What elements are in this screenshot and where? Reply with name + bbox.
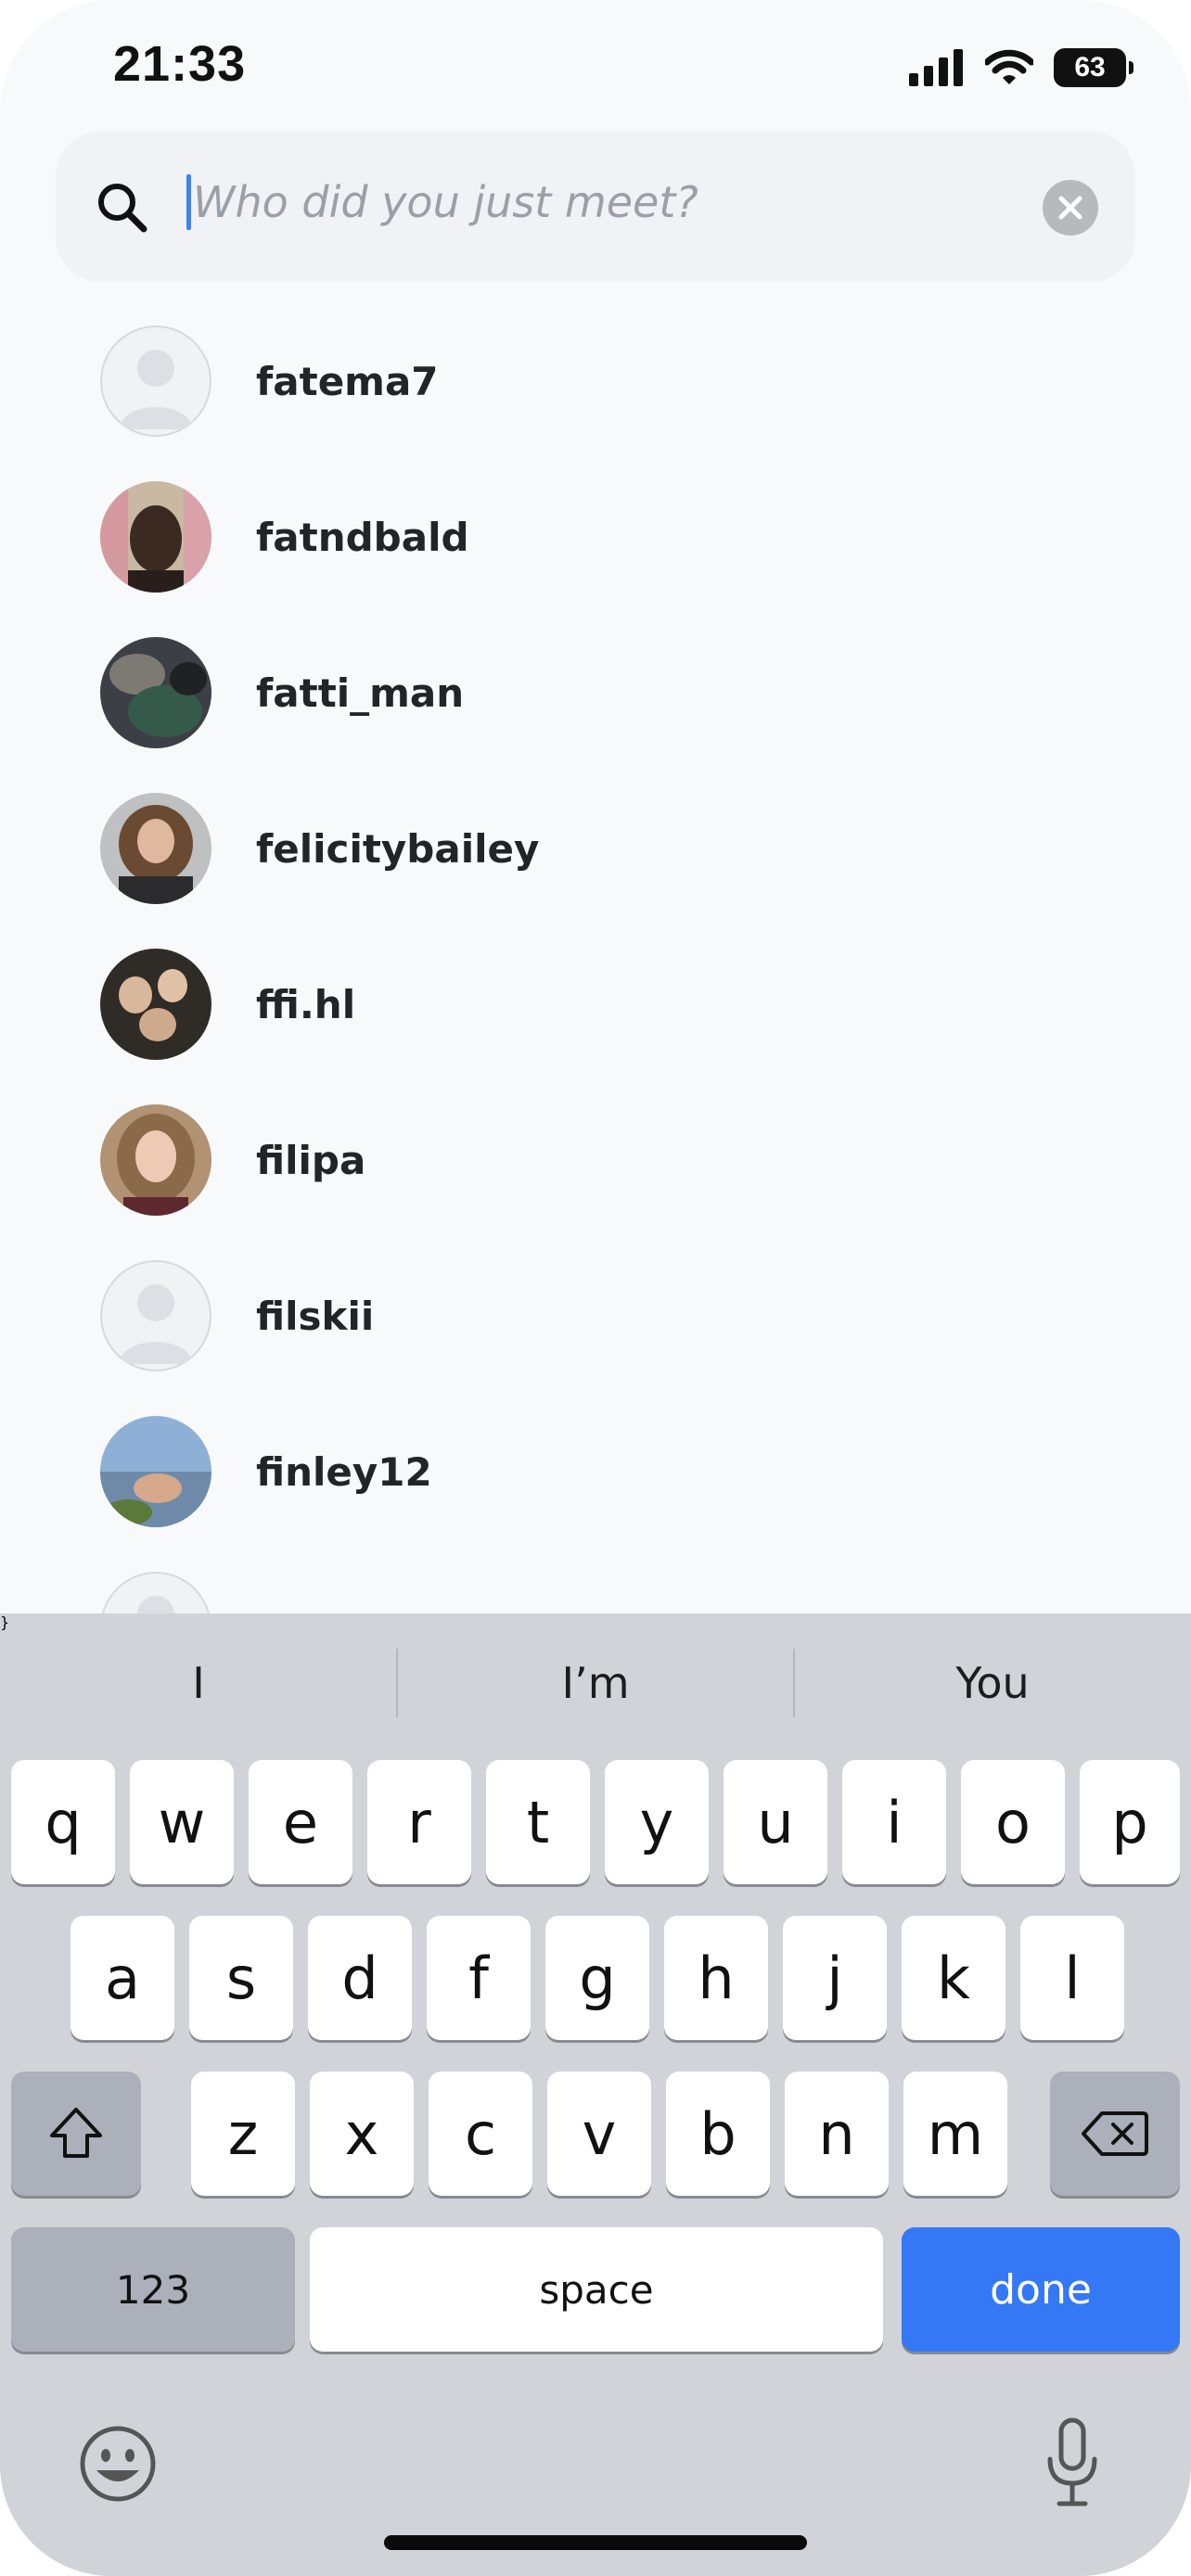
key-c[interactable]: c (429, 2072, 532, 2196)
result-item[interactable]: filipa (100, 1103, 1121, 1217)
key-z[interactable]: z (191, 2072, 295, 2196)
backspace-icon (1082, 2111, 1148, 2156)
username: finley12 (256, 1448, 432, 1495)
username: filskii (256, 1293, 375, 1339)
clear-search-button[interactable] (1043, 180, 1098, 236)
suggestion-1[interactable]: I (0, 1613, 397, 1753)
avatar (100, 949, 211, 1060)
avatar (100, 1416, 211, 1527)
shift-icon (50, 2108, 102, 2158)
shift-key[interactable] (11, 2072, 141, 2196)
key-r[interactable]: r (367, 1760, 471, 1884)
username: fatema7 (256, 358, 439, 404)
key-q[interactable]: q (11, 1760, 115, 1884)
wifi-icon (985, 49, 1033, 84)
key-w[interactable]: w (130, 1760, 234, 1884)
username: fatndbald (256, 514, 469, 560)
key-k[interactable]: k (902, 1916, 1005, 2040)
key-i[interactable]: i (842, 1760, 946, 1884)
key-m[interactable]: m (903, 2072, 1007, 2196)
status-bar: 21:33 63 (0, 0, 1191, 130)
status-icons: 63 (909, 45, 1133, 91)
key-o[interactable]: o (961, 1760, 1065, 1884)
default-avatar-icon (101, 1572, 211, 1613)
result-item[interactable]: fatti_man (100, 636, 1121, 749)
results-list: fatema7 fatndbald fatti_man felicitybail… (0, 325, 1191, 1613)
search-bar[interactable] (56, 132, 1135, 282)
profile-photo (100, 793, 211, 904)
profile-photo (100, 637, 211, 748)
suggestion-3[interactable]: You (794, 1613, 1191, 1753)
microphone-icon[interactable] (1044, 2417, 1100, 2509)
home-indicator (384, 2535, 807, 2550)
username: felicitybailey (256, 825, 540, 872)
key-s[interactable]: s (189, 1916, 293, 2040)
result-item[interactable]: filskii (100, 1259, 1121, 1372)
numbers-key[interactable]: 123 (11, 2227, 295, 2352)
default-avatar-icon (100, 325, 211, 437)
result-item[interactable]: fatema7 (100, 325, 1121, 438)
username: fatti_man (256, 670, 465, 716)
backspace-key[interactable] (1050, 2072, 1180, 2196)
key-p[interactable]: p (1080, 1760, 1180, 1884)
key-u[interactable]: u (724, 1760, 827, 1884)
suggestion-2[interactable]: I’m (397, 1613, 794, 1753)
key-b[interactable]: b (666, 2072, 770, 2196)
key-t[interactable]: t (486, 1760, 590, 1884)
avatar (100, 1260, 211, 1371)
predictive-suggestions: I I’m You } (0, 1613, 1191, 1753)
emoji-icon[interactable] (76, 2422, 160, 2506)
battery-tip (1129, 61, 1133, 74)
avatar (100, 481, 211, 593)
default-avatar-icon (100, 1260, 211, 1371)
profile-photo (100, 949, 211, 1060)
phone-screen: 21:33 63 Who did you just meet? fatema7 … (0, 0, 1191, 2576)
avatar (100, 1104, 211, 1216)
key-e[interactable]: e (249, 1760, 352, 1884)
key-j[interactable]: j (783, 1916, 887, 2040)
profile-photo (100, 1416, 211, 1527)
key-y[interactable]: y (605, 1760, 709, 1884)
result-item[interactable]: felicitybailey (100, 792, 1121, 905)
key-a[interactable]: a (70, 1916, 174, 2040)
key-n[interactable]: n (785, 2072, 889, 2196)
keyboard: I I’m You } q w e r t y u i o p a s d f … (0, 1613, 1191, 2576)
battery-level: 63 (1074, 52, 1106, 83)
cellular-signal-icon (909, 49, 963, 86)
done-key[interactable]: done (902, 2227, 1180, 2352)
username: ffi.hl (256, 981, 356, 1027)
profile-photo (100, 1104, 211, 1216)
key-f[interactable]: f (427, 1916, 531, 2040)
key-x[interactable]: x (310, 2072, 414, 2196)
username: filipa (256, 1137, 366, 1183)
key-h[interactable]: h (664, 1916, 768, 2040)
avatar (100, 325, 211, 437)
profile-photo (100, 481, 211, 593)
space-key[interactable]: space (310, 2227, 883, 2352)
battery-icon: 63 (1054, 48, 1133, 87)
result-item[interactable] (100, 1571, 1121, 1613)
status-time: 21:33 (113, 36, 247, 92)
search-icon (98, 184, 147, 233)
key-v[interactable]: v (547, 2072, 651, 2196)
key-l[interactable]: l (1020, 1916, 1124, 2040)
clear-icon (1058, 196, 1082, 220)
avatar (100, 793, 211, 904)
result-item[interactable]: fatndbald (100, 480, 1121, 593)
search-input[interactable] (189, 167, 1028, 237)
key-d[interactable]: d (308, 1916, 412, 2040)
key-g[interactable]: g (545, 1916, 649, 2040)
result-item[interactable]: finley12 (100, 1415, 1121, 1528)
avatar (100, 1572, 211, 1613)
avatar (100, 637, 211, 748)
result-item[interactable]: ffi.hl (100, 948, 1121, 1061)
